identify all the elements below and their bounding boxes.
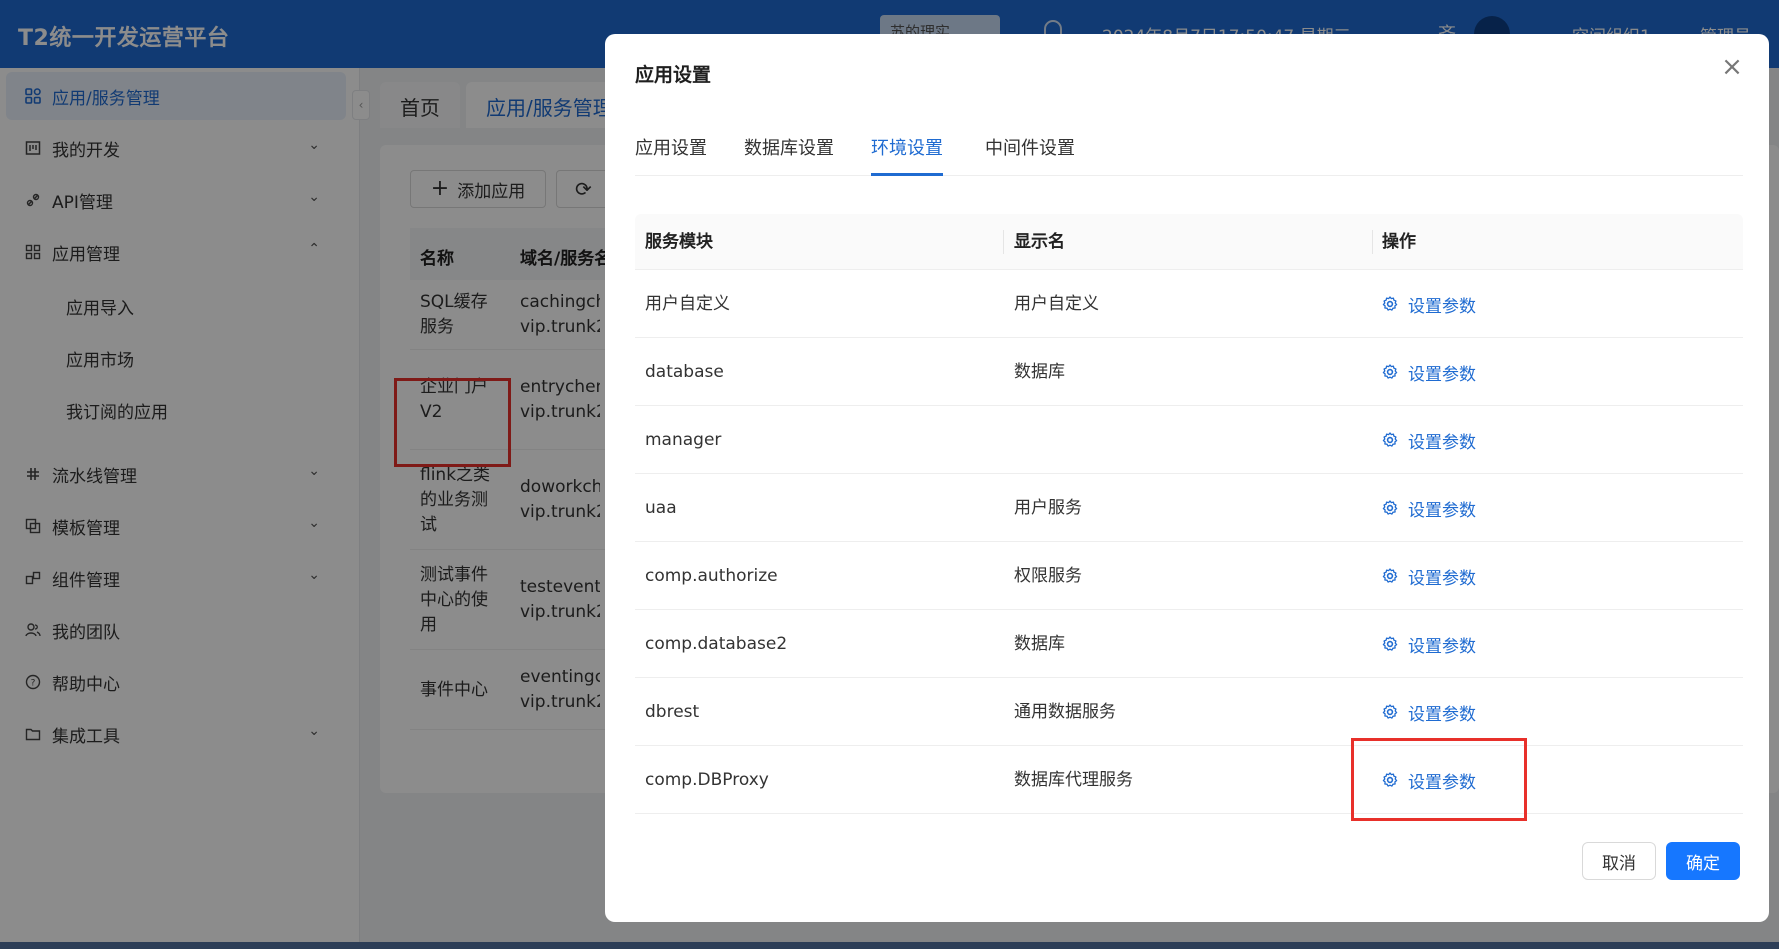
gear-icon (1382, 364, 1398, 379)
module-cell: comp.authorize (645, 566, 778, 586)
gear-icon (1382, 500, 1398, 515)
table-row: comp.authorize 权限服务 设置参数 (635, 542, 1743, 610)
module-cell: uaa (645, 498, 677, 518)
set-params-link[interactable]: 设置参数 (1372, 610, 1476, 678)
set-params-link[interactable]: 设置参数 (1372, 406, 1476, 474)
column-header-module: 服务模块 (645, 232, 713, 252)
table-row: comp.DBProxy 数据库代理服务 设置参数 (635, 746, 1743, 814)
set-params-link[interactable]: 设置参数 (1372, 338, 1476, 406)
display-cell: 用户自定义 (1014, 294, 1099, 314)
gear-icon (1382, 568, 1398, 583)
display-cell: 数据库 (1014, 634, 1065, 654)
set-params-link[interactable]: 设置参数 (1372, 542, 1476, 610)
column-header-action: 操作 (1382, 232, 1416, 252)
module-cell: comp.DBProxy (645, 770, 769, 790)
tab-database-settings[interactable]: 数据库设置 (744, 134, 834, 176)
display-cell: 权限服务 (1014, 566, 1082, 586)
display-cell (1004, 406, 1014, 474)
table-row: database 数据库 设置参数 (635, 338, 1743, 406)
modal-tab-bar: 应用设置 数据库设置 环境设置 中间件设置 (635, 134, 1743, 176)
gear-icon (1382, 704, 1398, 719)
module-cell: manager (645, 430, 722, 450)
tab-env-settings[interactable]: 环境设置 (871, 134, 943, 176)
tab-middleware-settings[interactable]: 中间件设置 (985, 134, 1075, 176)
highlight-box-action (1351, 738, 1527, 821)
confirm-button[interactable]: 确定 (1666, 842, 1740, 880)
table-header: 服务模块 显示名 操作 (635, 214, 1743, 270)
taskbar-strip (0, 942, 1779, 949)
set-params-link[interactable]: 设置参数 (1372, 474, 1476, 542)
display-cell: 通用数据服务 (1014, 702, 1116, 722)
table-row: manager 设置参数 (635, 406, 1743, 474)
gear-icon (1382, 636, 1398, 651)
module-cell: database (645, 362, 724, 382)
table-row: comp.database2 数据库 设置参数 (635, 610, 1743, 678)
set-params-link[interactable]: 设置参数 (1372, 270, 1476, 338)
tab-app-settings[interactable]: 应用设置 (635, 134, 707, 176)
close-icon[interactable]: × (1719, 54, 1745, 80)
display-cell: 数据库 (1014, 362, 1065, 382)
table-row: uaa 用户服务 设置参数 (635, 474, 1743, 542)
set-params-link[interactable]: 设置参数 (1372, 678, 1476, 746)
display-cell: 数据库代理服务 (1014, 770, 1133, 790)
module-cell: dbrest (645, 702, 700, 722)
modal-title: 应用设置 (635, 64, 712, 86)
gear-icon (1382, 296, 1398, 311)
cancel-button[interactable]: 取消 (1582, 842, 1656, 880)
table-row: 用户自定义 用户自定义 设置参数 (635, 270, 1743, 338)
column-header-display: 显示名 (1014, 232, 1065, 252)
module-cell: comp.database2 (645, 634, 788, 654)
gear-icon (1382, 432, 1398, 447)
display-cell: 用户服务 (1014, 498, 1082, 518)
module-cell: 用户自定义 (645, 294, 730, 314)
app-settings-modal: 应用设置 × 应用设置 数据库设置 环境设置 中间件设置 服务模块 显示名 操作… (605, 34, 1769, 922)
table-row: dbrest 通用数据服务 设置参数 (635, 678, 1743, 746)
